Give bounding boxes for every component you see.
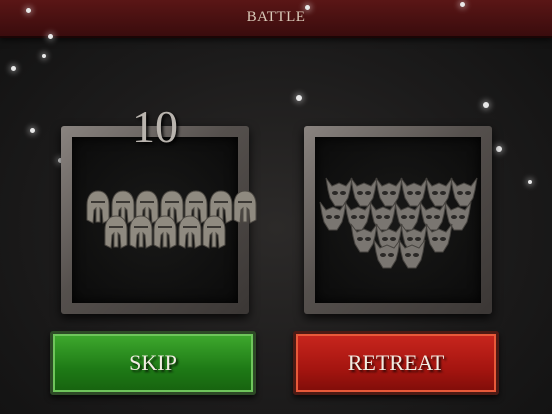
particle [460, 2, 465, 7]
skip-button[interactable]: SKIP [50, 331, 256, 395]
spartan-helmet-icon [233, 190, 257, 224]
particle [296, 95, 302, 101]
horned-demon-skull-icon [425, 223, 453, 253]
particle [26, 8, 31, 13]
particle [305, 5, 310, 10]
particle [30, 128, 35, 133]
particle [528, 180, 532, 184]
screen-title: BATTLE [246, 9, 306, 25]
spartan-helmet-icon [153, 215, 177, 249]
particle [48, 34, 53, 39]
spartan-helmet-icon [104, 215, 128, 249]
particle [483, 102, 489, 108]
spartan-helmet-icon [202, 215, 226, 249]
particle [11, 66, 16, 71]
particle [42, 54, 46, 58]
top-bar: BATTLE [0, 0, 552, 38]
army-count: 10 [132, 101, 178, 152]
spartan-helmet-icon [129, 215, 152, 249]
spartan-helmet-icon [178, 215, 201, 249]
horned-demon-skull-icon [398, 239, 426, 269]
particle [496, 146, 502, 152]
retreat-button[interactable]: RETREAT [293, 331, 499, 395]
